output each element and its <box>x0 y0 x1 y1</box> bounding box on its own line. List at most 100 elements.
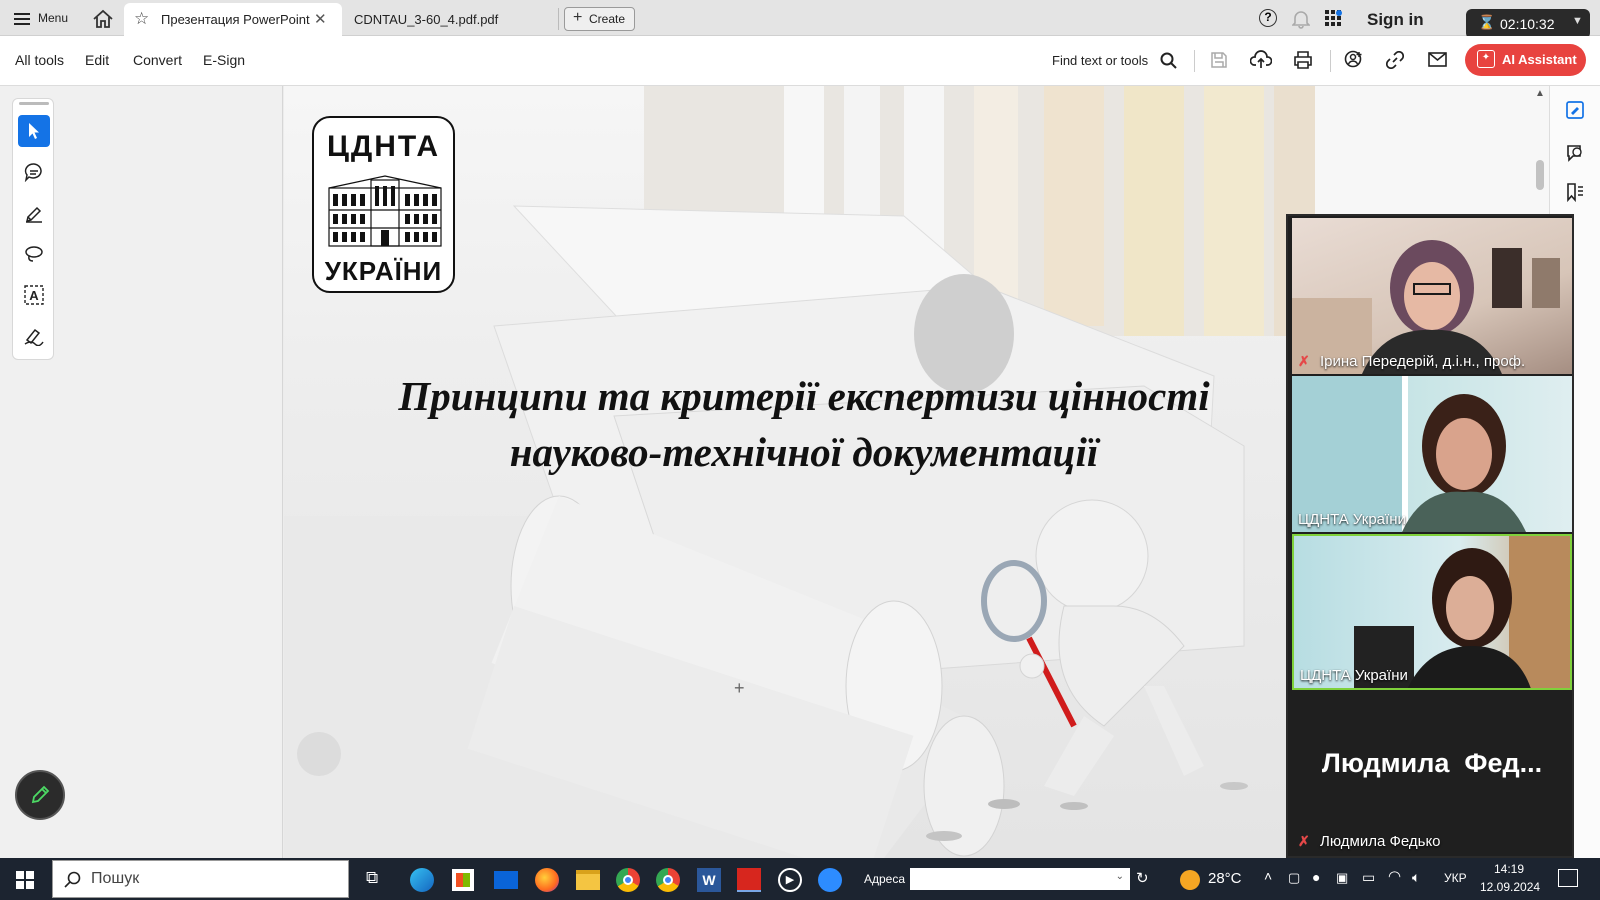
search-placeholder: Пошук <box>91 870 140 887</box>
sign-tool-button[interactable] <box>18 320 50 352</box>
video-call-panel[interactable]: ✗ Ірина Передерій, д.і.н., проф. ЦДНТА У… <box>1286 214 1574 858</box>
logo-bottom-text: УКРАЇНИ <box>324 256 443 286</box>
ai-assistant-label: AI Assistant <box>1502 52 1577 67</box>
chrome-app-icon[interactable] <box>616 868 640 892</box>
text-box-icon: A <box>24 285 44 305</box>
comments-icon[interactable] <box>1565 143 1585 163</box>
sign-in-link[interactable]: Sign in <box>1367 10 1424 30</box>
menu-label: Menu <box>38 11 69 25</box>
address-bar-input[interactable]: ⌄ <box>910 868 1130 890</box>
link-icon[interactable] <box>1386 51 1404 69</box>
clock-time[interactable]: 14:19 <box>1494 862 1524 876</box>
help-icon[interactable]: ? <box>1259 9 1277 27</box>
task-view-icon[interactable]: ⧉ <box>366 868 378 888</box>
participant-video-1[interactable]: ✗ Ірина Передерій, д.і.н., проф. <box>1292 218 1572 374</box>
home-icon[interactable] <box>92 9 114 29</box>
create-button[interactable]: + Create <box>564 7 635 31</box>
media-player-app-icon[interactable]: ▶ <box>778 868 802 892</box>
menu-edit[interactable]: Edit <box>85 52 109 68</box>
scroll-up-icon[interactable]: ▲ <box>1535 88 1545 99</box>
chevron-down-icon[interactable]: ▼ <box>1572 15 1583 27</box>
find-tools-label[interactable]: Find text or tools <box>1052 53 1148 68</box>
menu-esign[interactable]: E-Sign <box>203 52 245 68</box>
ai-assistant-button[interactable]: ✦ AI Assistant <box>1465 44 1586 76</box>
mic-muted-icon: ✗ <box>1298 833 1310 849</box>
comment-icon <box>24 163 42 182</box>
ai-sparkle-icon: ✦ <box>1477 50 1495 68</box>
star-icon[interactable]: ☆ <box>134 9 149 29</box>
bookmarks-icon[interactable] <box>1565 182 1585 202</box>
chrome-profile-app-icon[interactable] <box>656 868 680 892</box>
participant-name: ЦДНТА України <box>1298 511 1406 528</box>
notification-icon[interactable] <box>1558 869 1578 887</box>
edit-pdf-icon[interactable] <box>1565 100 1585 120</box>
refresh-icon[interactable]: ↻ <box>1136 869 1149 887</box>
tab-divider <box>558 8 559 30</box>
presentation-slide: ЦДНТА УКРАЇНИ Принципи та критерії експе… <box>284 86 1315 858</box>
tab-presentation[interactable]: ☆ Презентация PowerPoint ✕ <box>124 3 342 36</box>
recording-timer[interactable]: ⌛ 02:10:32 ▼ <box>1466 9 1590 39</box>
language-indicator[interactable]: УКР <box>1444 871 1467 885</box>
bell-icon[interactable] <box>1292 9 1310 29</box>
participant-video-2[interactable]: ЦДНТА України <box>1292 376 1572 532</box>
menu-all-tools[interactable]: All tools <box>15 52 64 68</box>
select-tool-button[interactable] <box>18 115 50 147</box>
print-icon[interactable] <box>1293 51 1313 69</box>
apps-grid-icon[interactable] <box>1325 10 1342 27</box>
tray-device-icon[interactable]: ▢ <box>1288 870 1300 886</box>
weather-sun-icon[interactable] <box>1180 870 1200 890</box>
taskbar-search-box[interactable]: Пошук <box>52 860 349 898</box>
text-tool-button[interactable]: A <box>18 279 50 311</box>
upload-cloud-icon[interactable] <box>1250 50 1272 70</box>
participant-video-3[interactable]: ЦДНТА України <box>1292 534 1572 690</box>
store-app-icon[interactable] <box>452 869 474 891</box>
zoom-app-icon[interactable] <box>818 868 842 892</box>
volume-icon[interactable]: 🔈︎ <box>1412 869 1420 886</box>
tab-bar: Menu ☆ Презентация PowerPoint ✕ CDNTAU_3… <box>0 0 1600 39</box>
weather-temp[interactable]: 28°C <box>1208 870 1242 887</box>
app-toolbar: All tools Edit Convert E-Sign Find text … <box>0 36 1600 86</box>
participant-big-name: Людмила Фед... <box>1321 748 1543 778</box>
explorer-app-icon[interactable] <box>576 870 600 890</box>
highlight-tool-button[interactable] <box>18 197 50 229</box>
create-label: Create <box>589 12 626 26</box>
toolbar-divider <box>1194 50 1195 72</box>
share-user-icon[interactable] <box>1344 50 1364 70</box>
drag-handle[interactable] <box>19 102 49 105</box>
signature-pen-icon <box>24 328 44 346</box>
cdnta-logo: ЦДНТА УКРАЇНИ <box>312 116 455 293</box>
logo-top-text: ЦДНТА <box>326 130 441 163</box>
draw-tool-button[interactable] <box>18 238 50 270</box>
wifi-icon[interactable]: ◠ <box>1388 867 1401 885</box>
edge-app-icon[interactable] <box>410 868 434 892</box>
scroll-thumb[interactable] <box>1536 160 1544 190</box>
windows-taskbar: Пошук ⧉ W ▶ Адреса ⌄ ↻ 28°C ˄ ▢ ● ▣ ▭ ◠ … <box>0 858 1600 900</box>
menu-convert[interactable]: Convert <box>133 52 182 68</box>
firefox-app-icon[interactable] <box>535 868 559 892</box>
mic-muted-icon: ✗ <box>1298 353 1310 369</box>
word-app-icon[interactable]: W <box>697 868 721 892</box>
clock-date[interactable]: 12.09.2024 <box>1480 880 1540 894</box>
windows-start-icon[interactable] <box>16 871 34 889</box>
microphone-icon[interactable]: ● <box>1312 869 1320 885</box>
mail-app-icon[interactable] <box>494 871 518 889</box>
menu-button[interactable]: Menu <box>14 10 74 28</box>
network-icon[interactable]: ▣ <box>1336 870 1348 886</box>
participant-tile-4[interactable]: Людмила Фед... ✗ Людмила Федько <box>1292 692 1572 856</box>
comment-tool-button[interactable] <box>18 156 50 188</box>
tab-pdf[interactable]: CDNTAU_3-60_4.pdf.pdf <box>354 12 498 27</box>
title-line-1: Принципи та критерії експертизи цінності <box>398 373 1210 419</box>
tray-chevron-icon[interactable]: ˄ <box>1264 868 1272 884</box>
chevron-down-icon[interactable]: ⌄ <box>1116 871 1124 882</box>
close-tab-icon[interactable]: ✕ <box>314 10 327 28</box>
hourglass-icon: ⌛ <box>1478 14 1496 30</box>
participant-photo <box>1292 240 1560 374</box>
search-icon[interactable] <box>1160 52 1178 70</box>
mail-icon[interactable] <box>1428 52 1447 67</box>
battery-icon[interactable]: ▭ <box>1362 869 1375 886</box>
acrobat-app-icon[interactable] <box>737 868 761 892</box>
save-icon[interactable] <box>1210 51 1228 69</box>
floating-edit-button[interactable] <box>15 770 65 820</box>
plus-icon: + <box>573 9 583 26</box>
cursor-arrow-icon <box>29 123 39 139</box>
